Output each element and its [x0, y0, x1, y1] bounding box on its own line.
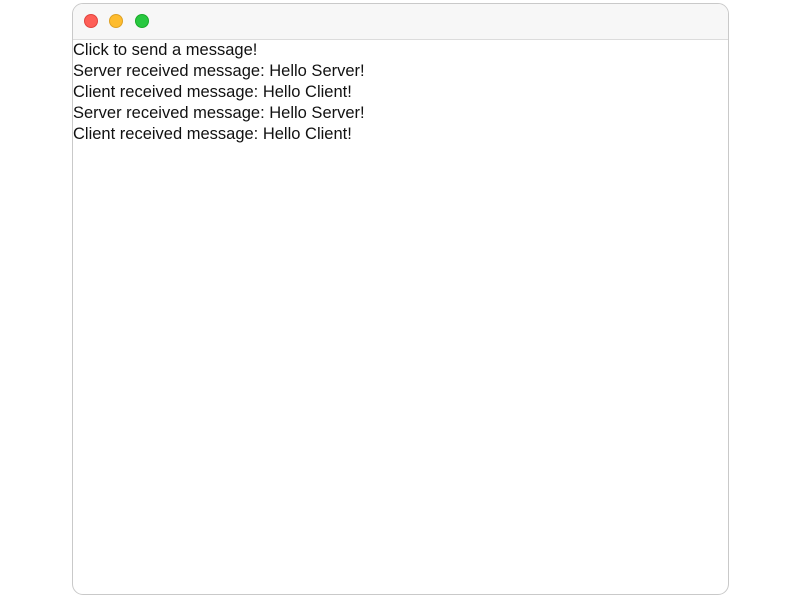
message-line: Client received message: Hello Client!: [73, 125, 352, 143]
minimize-window-button[interactable]: [109, 14, 123, 28]
app-window: Click to send a message! Server received…: [72, 3, 729, 595]
close-window-button[interactable]: [84, 14, 98, 28]
message-line: Server received message: Hello Server!: [73, 104, 365, 122]
send-message-prompt[interactable]: Click to send a message!: [73, 40, 728, 61]
message-line: Client received message: Hello Client!: [73, 83, 352, 101]
zoom-window-button[interactable]: [135, 14, 149, 28]
message-log[interactable]: Click to send a message! Server received…: [73, 40, 728, 145]
message-line: Server received message: Hello Server!: [73, 62, 365, 80]
title-bar[interactable]: [73, 4, 728, 40]
